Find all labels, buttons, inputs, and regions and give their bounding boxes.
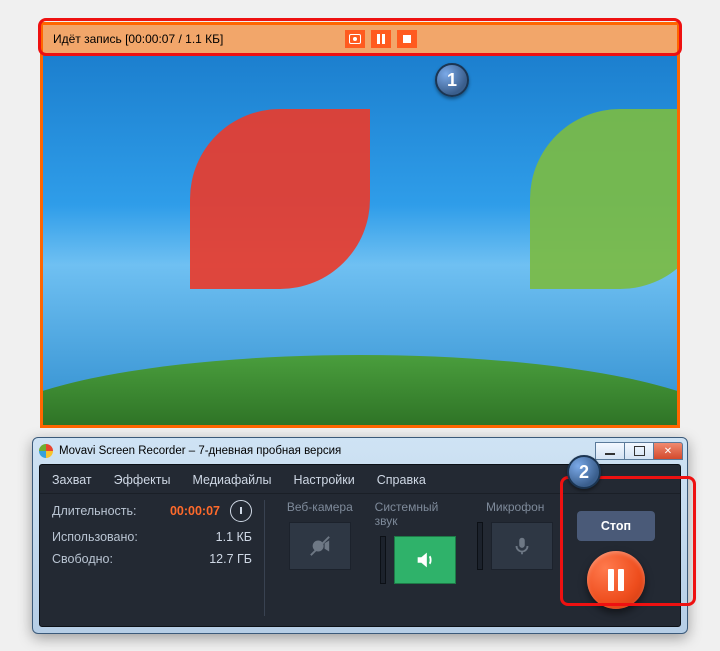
system-audio-label: Системный звук [375,500,461,528]
system-audio-toggle[interactable] [394,536,456,584]
duration-value: 00:00:07 [170,504,220,518]
app-logo-icon [39,444,53,458]
microphone-toggle[interactable] [491,522,553,570]
webcam-label: Веб-камера [287,500,353,514]
capture-status-text: Идёт запись [00:00:07 / 1.1 КБ] [53,32,223,46]
system-audio-meter [380,536,386,584]
record-controls: Стоп [564,500,668,616]
menu-capture[interactable]: Захват [52,473,92,487]
annotation-marker-1: 1 [435,63,469,97]
menu-settings[interactable]: Настройки [293,473,354,487]
free-label: Свободно: [52,552,113,566]
annotation-marker-2: 2 [567,455,601,489]
stop-button-label: Стоп [601,519,631,533]
used-value: 1.1 КБ [216,530,252,544]
window-title: Movavi Screen Recorder – 7-дневная пробн… [59,445,341,457]
capture-screenshot-button[interactable] [345,30,365,48]
duration-label: Длительность: [52,504,137,518]
stats-column: Длительность: 00:00:07 Использовано: 1.1… [52,500,252,616]
window-close-button[interactable] [653,442,683,460]
free-value: 12.7 ГБ [209,552,252,566]
capture-pause-button[interactable] [371,30,391,48]
menu-media[interactable]: Медиафайлы [192,473,271,487]
window-minimize-button[interactable] [595,442,625,460]
stop-button[interactable]: Стоп [577,511,655,541]
microphone-label: Микрофон [486,500,544,514]
microphone-icon [511,535,533,557]
webcam-icon [309,535,331,557]
devices-column: Веб-камера Системный звук Микрофо [277,500,558,616]
capture-stop-button[interactable] [397,30,417,48]
capture-status-bar: Идёт запись [00:00:07 / 1.1 КБ] [43,25,677,53]
webcam-toggle[interactable] [289,522,351,570]
menu-effects[interactable]: Эффекты [114,473,171,487]
windows-logo [190,109,530,428]
record-pause-button[interactable] [587,551,645,609]
mic-meter [477,522,483,570]
recording-capture-region: Идёт запись [00:00:07 / 1.1 КБ] [40,22,680,428]
timer-icon[interactable] [230,500,252,522]
menu-help[interactable]: Справка [377,473,426,487]
divider [264,500,265,616]
speaker-icon [414,549,436,571]
window-maximize-button[interactable] [624,442,654,460]
used-label: Использовано: [52,530,138,544]
